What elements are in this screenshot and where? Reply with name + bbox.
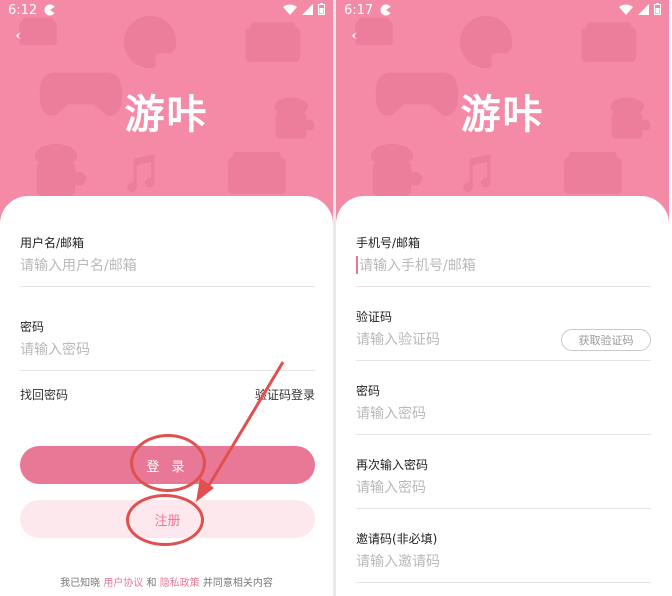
confirm-password-label: 再次输入密码 [356,458,429,472]
forgot-password-link[interactable]: 找回密码 [20,386,68,403]
agreement-text: 我已知晓 用户协议 和 隐私政策 并同意相关内容 [0,574,333,589]
login-card: 用户名/邮箱 密码 找回密码 验证码登录 登 录 注册 我已知晓 用户协议 和 … [0,196,333,596]
privacy-policy-link[interactable]: 隐私政策 [160,578,200,589]
agreement-prefix: 我已知晓 [60,578,101,589]
signal-icon [302,3,313,15]
video-icon [18,14,58,50]
login-button[interactable]: 登 录 [20,446,315,484]
username-label: 用户名/邮箱 [20,236,85,250]
battery-icon [318,3,325,15]
music-icon [460,154,492,194]
video-icon [354,14,394,50]
register-button[interactable]: 注册 [20,500,315,538]
video-icon [244,20,302,66]
system-icons [619,3,661,15]
user-agreement-link[interactable]: 用户协议 [103,578,143,589]
wifi-icon [283,4,297,15]
video-icon [560,152,626,196]
coffee-cup-icon [26,142,86,200]
app-logo: 游咔 [460,92,545,138]
divider [356,508,651,509]
agreement-suffix: 并同意相关内容 [202,578,273,589]
divider [20,286,315,287]
text-cursor [356,256,358,274]
coffee-cup-icon [362,142,422,200]
app-logo: 游咔 [124,92,209,138]
invite-code-label: 邀请码(非必填) [356,532,438,546]
code-login-link[interactable]: 验证码登录 [255,386,315,403]
video-icon [224,152,290,196]
video-icon [580,20,638,66]
code-input[interactable] [356,328,576,352]
invite-code-input[interactable] [356,550,576,574]
wifi-icon [619,4,633,15]
password-input[interactable] [20,338,240,362]
divider [356,286,651,287]
divider [20,370,315,371]
agreement-and: 和 [146,578,157,589]
divider [356,434,651,435]
system-icons [283,3,325,15]
code-label: 验证码 [356,310,393,324]
password-input[interactable] [356,402,576,426]
password-label: 密码 [356,384,381,398]
login-screen: 6:12 ‹ 游咔 用户名/邮箱 密码 找回密码 验证码登录 登 录 注册 [0,0,333,596]
phone-label: 手机号/邮箱 [356,236,421,250]
palette-icon [458,14,514,70]
signal-icon [638,3,649,15]
divider [356,582,651,583]
register-screen: 6:17 ‹ 游咔 手机号/邮箱 验证码 获取验证码 密码 [336,0,669,596]
palette-icon [122,14,178,70]
phone-input[interactable] [359,254,579,278]
password-label: 密码 [20,320,45,334]
get-code-button[interactable]: 获取验证码 [561,329,651,351]
confirm-password-input[interactable] [356,476,576,500]
divider [356,360,651,361]
battery-icon [654,3,661,15]
username-input[interactable] [20,254,240,278]
music-icon [124,154,156,194]
register-card: 手机号/邮箱 验证码 获取验证码 密码 再次输入密码 邀请码(非必填) [336,196,669,596]
